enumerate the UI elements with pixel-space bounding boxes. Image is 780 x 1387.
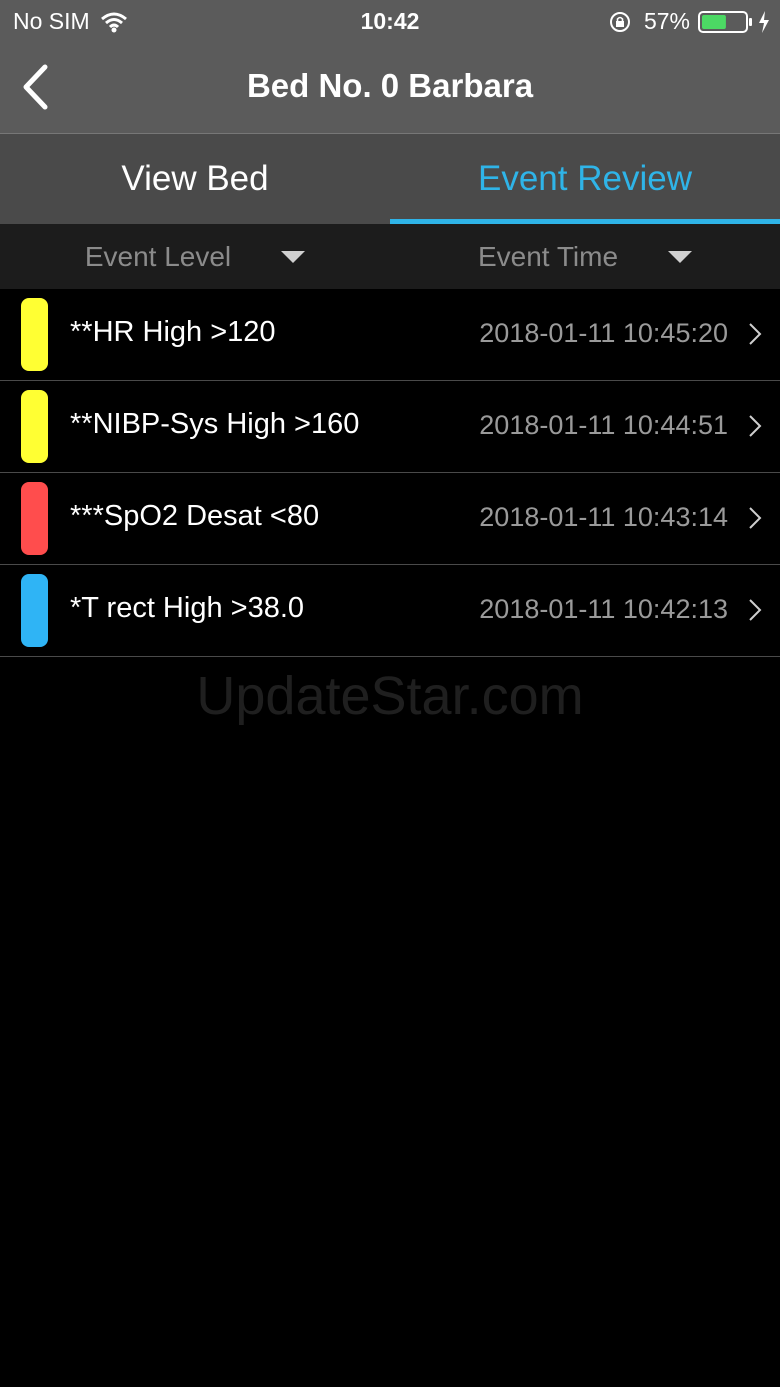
tab-label: Event Review xyxy=(478,159,692,198)
event-level-indicator xyxy=(21,298,48,371)
back-button[interactable] xyxy=(10,60,60,114)
chevron-right-icon xyxy=(749,507,762,529)
charging-bolt-icon xyxy=(759,10,769,33)
event-row[interactable]: ***SpO2 Desat <80 2018-01-11 10:43:14 xyxy=(0,473,780,565)
event-row[interactable]: **HR High >120 2018-01-11 10:45:20 xyxy=(0,289,780,381)
chevron-right-icon xyxy=(749,415,762,437)
chevron-right-icon xyxy=(749,599,762,621)
navigation-bar: Bed No. 0 Barbara xyxy=(0,42,780,134)
event-level-indicator xyxy=(21,390,48,463)
watermark: UpdateStar.com xyxy=(196,666,584,726)
tab-event-review[interactable]: Event Review xyxy=(390,134,780,224)
event-name: **HR High >120 xyxy=(70,316,276,348)
event-list: **HR High >120 2018-01-11 10:45:20 **NIB… xyxy=(0,289,780,657)
event-time: 2018-01-11 10:45:20 xyxy=(479,318,728,348)
event-time: 2018-01-11 10:43:14 xyxy=(479,502,728,532)
filter-bar: Event Level Event Time xyxy=(0,224,780,289)
event-time: 2018-01-11 10:44:51 xyxy=(479,410,728,440)
page-title: Bed No. 0 Barbara xyxy=(246,67,534,104)
tab-label: View Bed xyxy=(121,159,269,198)
event-level-label: Event Level xyxy=(84,240,232,272)
event-name: *T rect High >38.0 xyxy=(70,592,305,624)
battery-icon xyxy=(698,10,752,33)
event-level-filter[interactable]: Event Level xyxy=(0,224,390,289)
chevron-right-icon xyxy=(749,323,762,345)
event-row[interactable]: **NIBP-Sys High >160 2018-01-11 10:44:51 xyxy=(0,381,780,473)
event-name: ***SpO2 Desat <80 xyxy=(70,500,320,532)
status-bar: No SIM 10:42 57% xyxy=(0,0,780,42)
orientation-lock-icon xyxy=(609,11,630,32)
dropdown-caret-icon xyxy=(668,250,693,263)
battery-percent: 57% xyxy=(643,8,690,34)
tab-view-bed[interactable]: View Bed xyxy=(0,134,390,224)
chevron-left-icon xyxy=(23,64,48,110)
dropdown-caret-icon xyxy=(281,250,306,263)
event-time: 2018-01-11 10:42:13 xyxy=(479,594,728,624)
screen: No SIM 10:42 57% Bed No. 0 Barbara View … xyxy=(0,0,780,1387)
event-row[interactable]: *T rect High >38.0 2018-01-11 10:42:13 xyxy=(0,565,780,657)
event-level-indicator xyxy=(21,574,48,647)
status-right: 57% xyxy=(608,8,770,35)
tab-bar: View Bed Event Review xyxy=(0,134,780,224)
event-level-indicator xyxy=(21,482,48,555)
event-time-filter[interactable]: Event Time xyxy=(390,224,780,289)
event-time-label: Event Time xyxy=(477,240,619,272)
event-name: **NIBP-Sys High >160 xyxy=(70,408,360,440)
